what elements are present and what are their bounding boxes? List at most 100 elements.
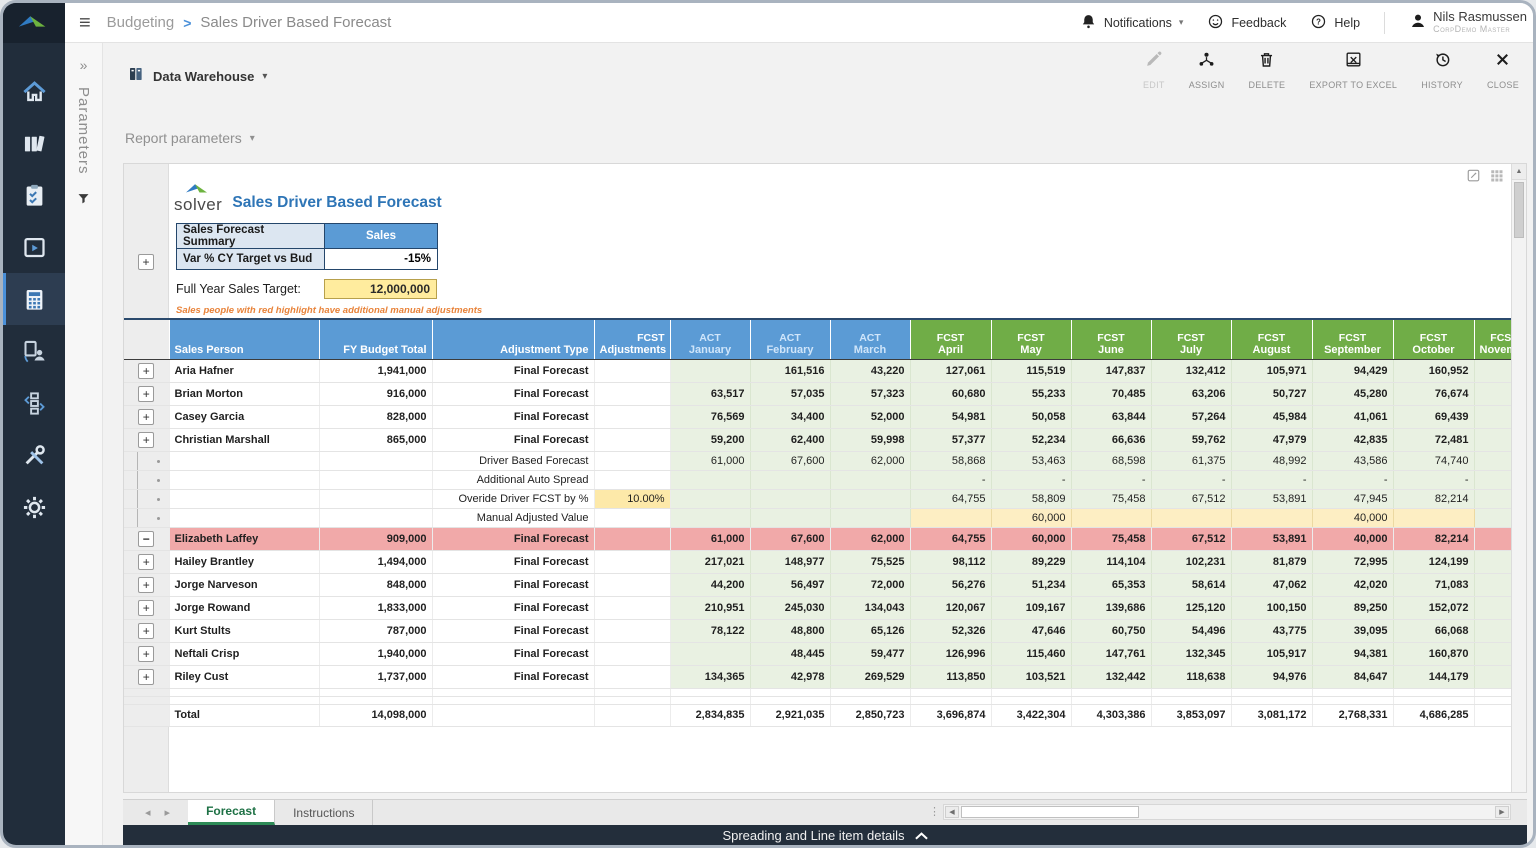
collapse-row-button[interactable]: −: [138, 531, 154, 547]
budget-cell[interactable]: 828,000: [319, 405, 432, 428]
month-value-cell[interactable]: [670, 489, 750, 508]
month-value-cell[interactable]: [750, 508, 830, 527]
month-value-cell[interactable]: 69,439: [1393, 405, 1474, 428]
data-warehouse-select[interactable]: Data Warehouse ▾: [127, 65, 267, 88]
month-value-cell[interactable]: 56,497: [750, 573, 830, 596]
month-value-cell[interactable]: 126,996: [910, 642, 991, 665]
help-button[interactable]: ? Help: [1310, 13, 1360, 33]
budget-cell[interactable]: 1,833,000: [319, 596, 432, 619]
month-value-cell[interactable]: 84,647: [1312, 665, 1393, 688]
month-value-cell[interactable]: 60,750: [1071, 619, 1151, 642]
month-value-cell[interactable]: 70,485: [1071, 382, 1151, 405]
month-value-cell[interactable]: 102,231: [1151, 550, 1231, 573]
export-to-excel-button[interactable]: EXPORT TO EXCEL: [1309, 50, 1397, 90]
sales-person-cell[interactable]: Kurt Stults: [169, 619, 319, 642]
scroll-up-button[interactable]: ▲: [1512, 164, 1526, 180]
sales-person-cell[interactable]: Jorge Rowand: [169, 596, 319, 619]
month-value-cell[interactable]: 76,674: [1393, 382, 1474, 405]
adjustment-type-cell[interactable]: Final Forecast: [432, 382, 594, 405]
month-value-cell[interactable]: [1474, 382, 1511, 405]
parameters-label[interactable]: Parameters: [75, 87, 92, 175]
month-value-cell[interactable]: -: [1393, 470, 1474, 489]
user-menu[interactable]: Nils Rasmussen CorpDemo Master: [1409, 10, 1527, 35]
expand-row-button[interactable]: +: [138, 554, 154, 570]
spreading-details-bar[interactable]: Spreading and Line item details: [123, 825, 1527, 846]
month-value-cell[interactable]: 3,422,304: [991, 704, 1071, 726]
fcst-adjustment-cell[interactable]: [594, 665, 670, 688]
month-value-cell[interactable]: 245,030: [750, 596, 830, 619]
month-value-cell[interactable]: 66,636: [1071, 428, 1151, 451]
month-value-cell[interactable]: 81,879: [1231, 550, 1312, 573]
sidebar-item-settings[interactable]: [3, 481, 65, 533]
month-value-cell[interactable]: 75,458: [1071, 527, 1151, 550]
cell[interactable]: [169, 508, 319, 527]
month-value-cell[interactable]: [1474, 470, 1511, 489]
edit-button[interactable]: EDIT: [1143, 50, 1165, 90]
sub-label-cell[interactable]: Driver Based Forecast: [432, 451, 594, 470]
month-value-cell[interactable]: [670, 359, 750, 382]
adjustment-type-cell[interactable]: [432, 704, 594, 726]
sidebar-item-report[interactable]: [3, 221, 65, 273]
cell[interactable]: [169, 470, 319, 489]
month-value-cell[interactable]: 120,067: [910, 596, 991, 619]
month-value-cell[interactable]: 44,200: [670, 573, 750, 596]
month-value-cell[interactable]: 134,043: [830, 596, 910, 619]
adjustment-type-cell[interactable]: Final Forecast: [432, 359, 594, 382]
month-value-cell[interactable]: 144,179: [1393, 665, 1474, 688]
filter-funnel-icon[interactable]: [76, 191, 91, 211]
budget-cell[interactable]: 1,494,000: [319, 550, 432, 573]
sidebar-item-library[interactable]: [3, 117, 65, 169]
month-value-cell[interactable]: 42,835: [1312, 428, 1393, 451]
month-value-cell[interactable]: 53,891: [1231, 489, 1312, 508]
fcst-adjustment-cell[interactable]: [594, 451, 670, 470]
month-value-cell[interactable]: 105,917: [1231, 642, 1312, 665]
month-value-cell[interactable]: 42,978: [750, 665, 830, 688]
month-value-cell[interactable]: 94,381: [1312, 642, 1393, 665]
month-value-cell[interactable]: [1474, 573, 1511, 596]
adjustment-type-cell[interactable]: Final Forecast: [432, 665, 594, 688]
month-value-cell[interactable]: 132,412: [1151, 359, 1231, 382]
fcst-adjustment-cell[interactable]: [594, 704, 670, 726]
sidebar-item-tools[interactable]: [3, 429, 65, 481]
fcst-adjustment-cell[interactable]: [594, 428, 670, 451]
month-value-cell[interactable]: [670, 508, 750, 527]
month-value-cell[interactable]: 48,445: [750, 642, 830, 665]
grid-icon[interactable]: [1489, 168, 1504, 188]
month-value-cell[interactable]: 59,762: [1151, 428, 1231, 451]
month-value-cell[interactable]: 40,000: [1312, 527, 1393, 550]
month-value-cell[interactable]: 67,512: [1151, 527, 1231, 550]
month-value-cell[interactable]: 115,519: [991, 359, 1071, 382]
solver-logo[interactable]: [3, 3, 65, 43]
month-value-cell[interactable]: 2,921,035: [750, 704, 830, 726]
month-value-cell[interactable]: 105,971: [1231, 359, 1312, 382]
month-value-cell[interactable]: 3,696,874: [910, 704, 991, 726]
budget-cell[interactable]: 14,098,000: [319, 704, 432, 726]
cell[interactable]: [319, 451, 432, 470]
month-value-cell[interactable]: 4,4: [1474, 704, 1511, 726]
month-value-cell[interactable]: 147,761: [1071, 642, 1151, 665]
month-value-cell[interactable]: 64,755: [910, 489, 991, 508]
month-value-cell[interactable]: [830, 489, 910, 508]
fcst-adjustment-cell[interactable]: [594, 405, 670, 428]
month-value-cell[interactable]: [670, 642, 750, 665]
month-value-cell[interactable]: 45,280: [1312, 382, 1393, 405]
month-value-cell[interactable]: 75,525: [830, 550, 910, 573]
breadcrumb-budgeting[interactable]: Budgeting: [107, 14, 175, 31]
month-value-cell[interactable]: -: [1231, 470, 1312, 489]
next-sheet-icon[interactable]: ▸: [165, 806, 171, 819]
month-value-cell[interactable]: 60,000: [991, 527, 1071, 550]
month-value-cell[interactable]: 60,000: [991, 508, 1071, 527]
horizontal-scrollbar[interactable]: ◀ ▶: [943, 804, 1511, 820]
assign-button[interactable]: ASSIGN: [1189, 50, 1225, 90]
feedback-button[interactable]: Feedback: [1207, 13, 1286, 33]
month-value-cell[interactable]: -: [991, 470, 1071, 489]
tab-forecast[interactable]: Forecast: [188, 800, 275, 825]
expand-row-button[interactable]: +: [138, 577, 154, 593]
month-value-cell[interactable]: 78,122: [670, 619, 750, 642]
month-value-cell[interactable]: [1474, 527, 1511, 550]
month-value-cell[interactable]: 40,000: [1312, 508, 1393, 527]
month-value-cell[interactable]: [1151, 508, 1231, 527]
month-value-cell[interactable]: 53,891: [1231, 527, 1312, 550]
adjustment-type-cell[interactable]: Final Forecast: [432, 428, 594, 451]
month-value-cell[interactable]: 115,460: [991, 642, 1071, 665]
